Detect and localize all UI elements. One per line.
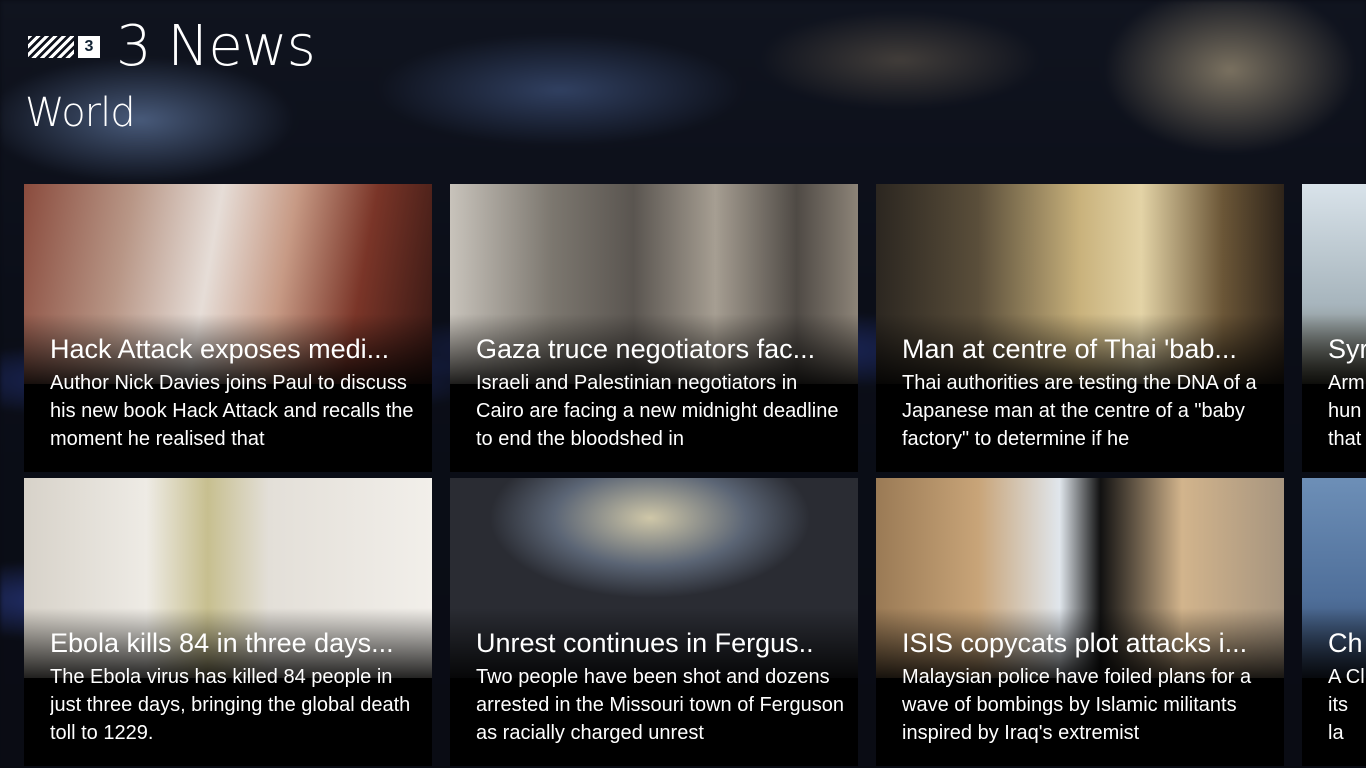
- news-tile-title: ISIS copycats plot attacks i...: [902, 628, 1248, 658]
- news-tile[interactable]: Hack Attack exposes medi... Author Nick …: [24, 184, 432, 472]
- news-tile-title: Man at centre of Thai 'bab...: [902, 334, 1237, 364]
- news-tile-summary: Arm hun that: [1328, 372, 1365, 450]
- news-tile-title: Syr: [1328, 334, 1366, 364]
- news-tile-title: Hack Attack exposes medi...: [50, 334, 390, 364]
- app-title: 3 News: [116, 14, 316, 79]
- news-tile-title: Ch: [1328, 628, 1363, 658]
- news-tile[interactable]: Unrest continues in Fergus.. Two people …: [450, 478, 858, 766]
- news-tile-summary: Thai authorities are testing the DNA of …: [902, 372, 1257, 450]
- news-tile[interactable]: Ebola kills 84 in three days... The Ebol…: [24, 478, 432, 766]
- news-tile-summary: The Ebola virus has killed 84 people in …: [50, 666, 411, 744]
- news-tile-summary: A Cl its la cont: [1328, 666, 1365, 744]
- news-tile[interactable]: Gaza truce negotiators fac... Israeli an…: [450, 184, 858, 472]
- news-tile-summary: Israeli and Palestinian negotiators in C…: [476, 372, 839, 450]
- news-tile-summary: Malaysian police have foiled plans for a…: [902, 666, 1252, 744]
- logo-stripes-icon: [28, 36, 74, 58]
- logo-badge: 3: [78, 36, 100, 58]
- news-tile-title: Ebola kills 84 in three days...: [50, 628, 394, 658]
- news-tile-title: Unrest continues in Fergus..: [476, 628, 814, 658]
- section-title[interactable]: World: [25, 90, 136, 136]
- news-tile[interactable]: Syr Arm hun that: [1302, 184, 1366, 472]
- news-tile-summary: Two people have been shot and dozens arr…: [476, 666, 844, 744]
- news-tile-summary: Author Nick Davies joins Paul to discuss…: [50, 372, 414, 450]
- news-tile[interactable]: Man at centre of Thai 'bab... Thai autho…: [876, 184, 1284, 472]
- app-header: 3 3 News: [28, 14, 316, 80]
- news-tile[interactable]: ISIS copycats plot attacks i... Malaysia…: [876, 478, 1284, 766]
- news-tile[interactable]: Ch A Cl its la cont: [1302, 478, 1366, 766]
- 3news-logo: 3: [28, 32, 102, 62]
- news-tile-title: Gaza truce negotiators fac...: [476, 334, 816, 364]
